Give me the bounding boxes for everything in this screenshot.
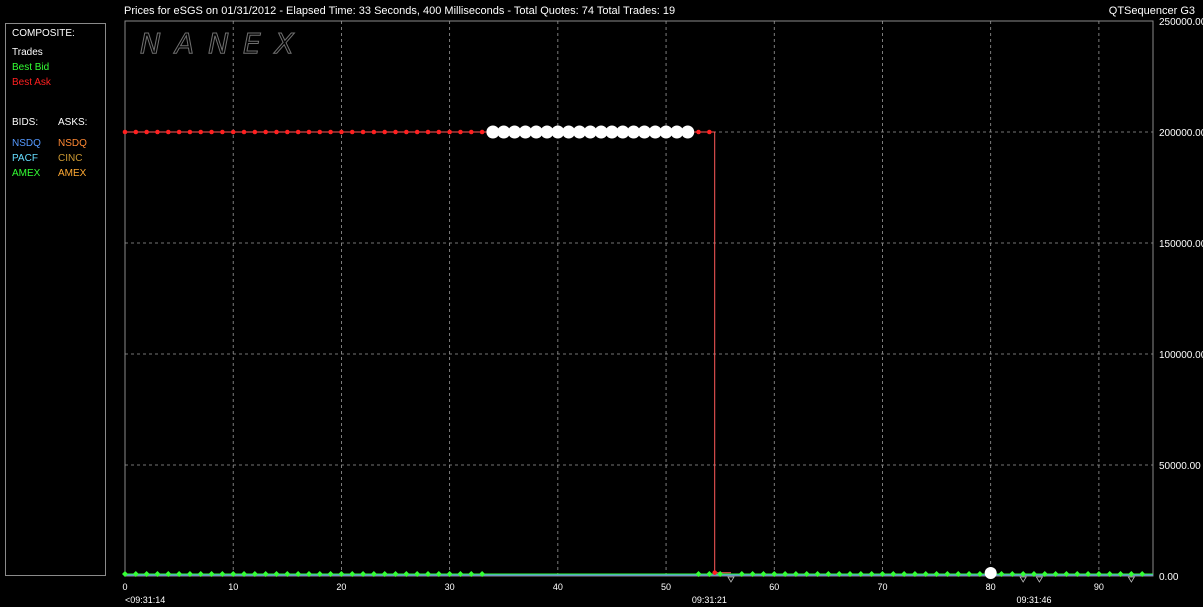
x-tick-label: 40	[553, 582, 563, 592]
ask-tick-marker	[1035, 576, 1044, 583]
best-ask-marker	[285, 129, 290, 135]
ask-tick-marker	[1019, 576, 1027, 583]
x-tick-label: 20	[336, 582, 346, 592]
best-ask-marker	[209, 129, 214, 135]
best-ask-marker	[436, 129, 442, 135]
best-ask-line	[125, 131, 731, 574]
y-tick-label: 150000.00	[1159, 239, 1203, 250]
x-tick-label: 30	[445, 582, 455, 592]
x-tick-label: 10	[228, 582, 238, 592]
best-ask-marker	[479, 129, 485, 135]
best-ask-marker	[165, 129, 171, 135]
best-ask-marker	[198, 129, 204, 135]
best-ask-marker	[274, 129, 279, 135]
best-ask-marker	[339, 129, 344, 135]
time-label: 09:31:21	[692, 595, 727, 605]
best-ask-marker	[220, 129, 225, 135]
ask-tick-marker	[1127, 576, 1136, 583]
best-ask-marker	[230, 129, 236, 135]
price-chart: NANEX 0 10 20 30 40 50 60 70 80 90 0.00 50000.00 100…	[122, 17, 1203, 605]
best-ask-marker	[144, 129, 149, 135]
time-label: 09:31:46	[1016, 595, 1051, 605]
best-ask-marker	[414, 129, 420, 135]
best-ask-marker	[306, 129, 312, 135]
ask-tick-marker	[727, 576, 735, 583]
best-ask-marker	[176, 129, 182, 135]
best-ask-marker	[393, 129, 398, 135]
best-ask-marker	[707, 129, 712, 135]
best-ask-marker	[317, 129, 323, 135]
x-tick-label: 70	[877, 582, 887, 592]
best-ask-marker	[252, 129, 258, 135]
x-tick-label: 0	[122, 582, 127, 592]
trade-marker	[681, 125, 695, 139]
best-ask-marker	[458, 129, 463, 135]
time-label: <09:31:14	[125, 595, 165, 605]
y-tick-label: 250000.00	[1159, 17, 1203, 28]
best-ask-marker	[371, 129, 377, 135]
best-ask-marker	[404, 129, 409, 135]
y-tick-label: 100000.00	[1159, 350, 1203, 361]
x-tick-label: 90	[1094, 582, 1104, 592]
best-ask-marker	[447, 129, 452, 135]
y-tick-label: 50000.00	[1159, 461, 1201, 472]
best-ask-marker	[712, 570, 718, 575]
best-ask-marker	[468, 129, 474, 135]
x-tick-label: 80	[986, 582, 996, 592]
best-ask-marker	[133, 129, 139, 135]
y-tick-label: 0.00	[1159, 572, 1179, 583]
x-tick-label: 50	[661, 582, 671, 592]
best-ask-marker	[382, 129, 388, 135]
plot-frame	[124, 20, 1154, 577]
best-ask-marker	[349, 129, 355, 135]
best-ask-marker	[295, 129, 301, 135]
best-ask-marker	[696, 129, 701, 135]
y-tick-label: 200000.00	[1159, 128, 1203, 139]
best-ask-marker	[187, 129, 193, 135]
best-ask-marker	[241, 129, 247, 135]
x-tick-label: 60	[769, 582, 779, 592]
best-ask-marker	[263, 129, 268, 135]
best-ask-marker	[122, 129, 128, 135]
best-ask-marker	[360, 129, 366, 135]
best-ask-marker	[155, 129, 160, 135]
nanex-watermark: NANEX	[140, 27, 308, 60]
best-ask-marker	[328, 129, 333, 135]
trade-marker	[984, 567, 997, 579]
best-ask-marker	[425, 129, 431, 135]
